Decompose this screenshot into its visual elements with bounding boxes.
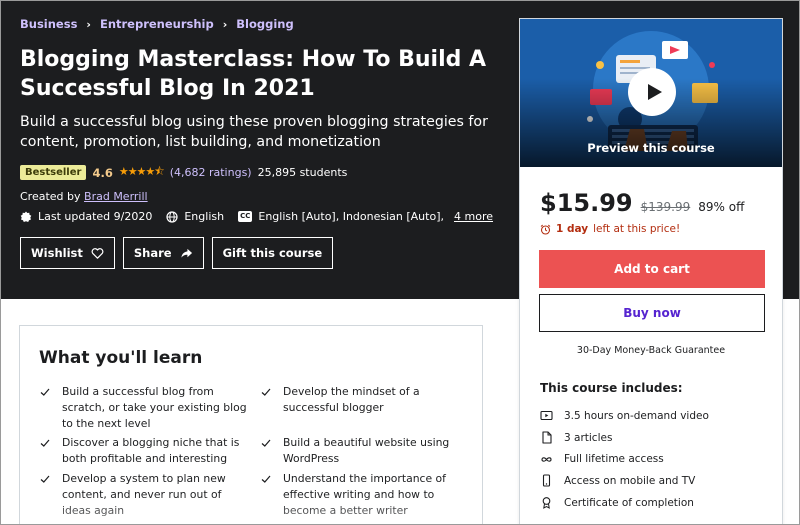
learn-item-text: Build a beautiful website using WordPres… [283,436,450,465]
checkmark-icon [40,388,50,396]
timer-days: 1 day [556,223,589,235]
last-updated-text: Last updated 9/2020 [38,210,153,223]
course-preview-video[interactable]: Preview this course [520,19,782,167]
gift-course-button[interactable]: Gift this course [211,237,334,269]
checkmark-icon [261,475,271,483]
includes-item: 3 articles [540,427,709,449]
learn-item: Discover a blogging niche that is both p… [40,435,252,467]
globe-icon [166,210,178,223]
includes-item-text: Full lifetime access [564,453,664,466]
learn-item: Build a successful blog from scratch, or… [40,384,252,432]
mobile-icon [542,474,551,487]
checkmark-icon [261,388,271,396]
includes-item-text: 3 articles [564,431,613,444]
current-price: $15.99 [540,189,633,217]
learn-item-text: Discover a blogging niche that is both p… [62,436,240,465]
star-rating-icon: ★★★★⯪ [118,165,165,178]
action-buttons: Wishlist Share Gift this course [20,237,334,269]
wishlist-button[interactable]: Wishlist [20,237,115,269]
learn-item: Develop the mindset of a successful blog… [261,384,476,416]
includes-title: This course includes: [540,381,683,395]
alarm-clock-icon [540,224,551,235]
course-meta: Last updated 9/2020 English CC English [… [20,210,507,223]
share-label: Share [133,246,172,260]
discount-percent: 89% off [698,200,745,214]
buy-now-button[interactable]: Buy now [539,294,765,332]
checkmark-icon [40,439,50,447]
price-row: $15.99 $139.99 89% off [540,189,744,217]
breadcrumb: Business › Entrepreneurship › Blogging [20,17,294,31]
breadcrumb-entrepreneurship[interactable]: Entrepreneurship [100,17,214,31]
heart-icon [91,247,104,259]
alert-badge-icon [20,211,32,222]
sale-timer: 1 day left at this price! [540,223,680,235]
captions-text: English [Auto], Indonesian [Auto], [258,210,444,223]
preview-course-label: Preview this course [587,141,715,155]
more-captions-link[interactable]: 4 more [454,210,493,223]
original-price: $139.99 [640,200,691,214]
created-by: Created by Brad Merrill [20,190,148,203]
chevron-right-icon: › [222,17,228,31]
rating-value: 4.6 [92,165,113,180]
includes-item: 3.5 hours on-demand video [540,405,709,427]
breadcrumb-blogging[interactable]: Blogging [236,17,293,31]
includes-item: Access on mobile and TV [540,470,709,492]
timer-text: left at this price! [593,223,681,235]
includes-list: 3.5 hours on-demand video 3 articles Ful… [540,405,709,513]
add-to-cart-button[interactable]: Add to cart [539,250,765,288]
chevron-right-icon: › [86,17,91,31]
page-frame: Business › Entrepreneurship › Blogging B… [0,0,800,525]
certificate-icon [542,497,551,509]
content-fade [20,494,482,524]
ratings-count-link[interactable]: (4,682 ratings) [170,166,252,179]
bestseller-badge: Bestseller [20,165,87,180]
language-text: English [184,210,225,223]
includes-item-text: Certificate of completion [564,496,694,509]
video-icon [540,411,553,421]
share-arrow-icon [180,248,192,258]
learn-item-text: Develop the mindset of a successful blog… [283,385,420,414]
closed-captions-icon: CC [238,211,253,222]
captions: CC English [Auto], Indonesian [Auto], 4 … [238,210,493,223]
created-by-label: Created by [20,190,81,203]
includes-item-text: 3.5 hours on-demand video [564,409,709,422]
students-count: 25,895 students [257,166,348,179]
learn-item-text: Build a successful blog from scratch, or… [62,385,247,430]
includes-item-text: Access on mobile and TV [564,474,696,487]
infinity-icon [541,457,552,462]
rating-row: Bestseller 4.6 ★★★★⯪ (4,682 ratings) 25,… [20,163,347,182]
checkmark-icon [40,475,50,483]
money-back-guarantee: 30-Day Money-Back Guarantee [576,345,726,356]
last-updated: Last updated 9/2020 [20,210,152,223]
course-subtitle: Build a successful blog using these prov… [20,114,488,150]
play-icon [647,84,662,100]
wishlist-label: Wishlist [31,246,83,260]
play-button[interactable] [628,68,676,116]
file-icon [542,431,552,444]
what-you-learn-section: What you'll learn Build a successful blo… [19,325,483,524]
includes-item: Full lifetime access [540,448,709,470]
gift-label: Gift this course [222,246,323,260]
course-title: Blogging Masterclass: How To Build A Suc… [20,47,487,101]
includes-item: Certificate of completion [540,492,709,514]
instructor-link[interactable]: Brad Merrill [84,190,148,203]
what-you-learn-title: What you'll learn [39,348,203,368]
share-button[interactable]: Share [122,237,204,269]
language: English [166,210,224,223]
purchase-sidebar: Preview this course $15.99 $139.99 89% o… [519,18,783,524]
learn-item: Build a beautiful website using WordPres… [261,435,476,467]
checkmark-icon [261,439,271,447]
breadcrumb-business[interactable]: Business [20,17,77,31]
